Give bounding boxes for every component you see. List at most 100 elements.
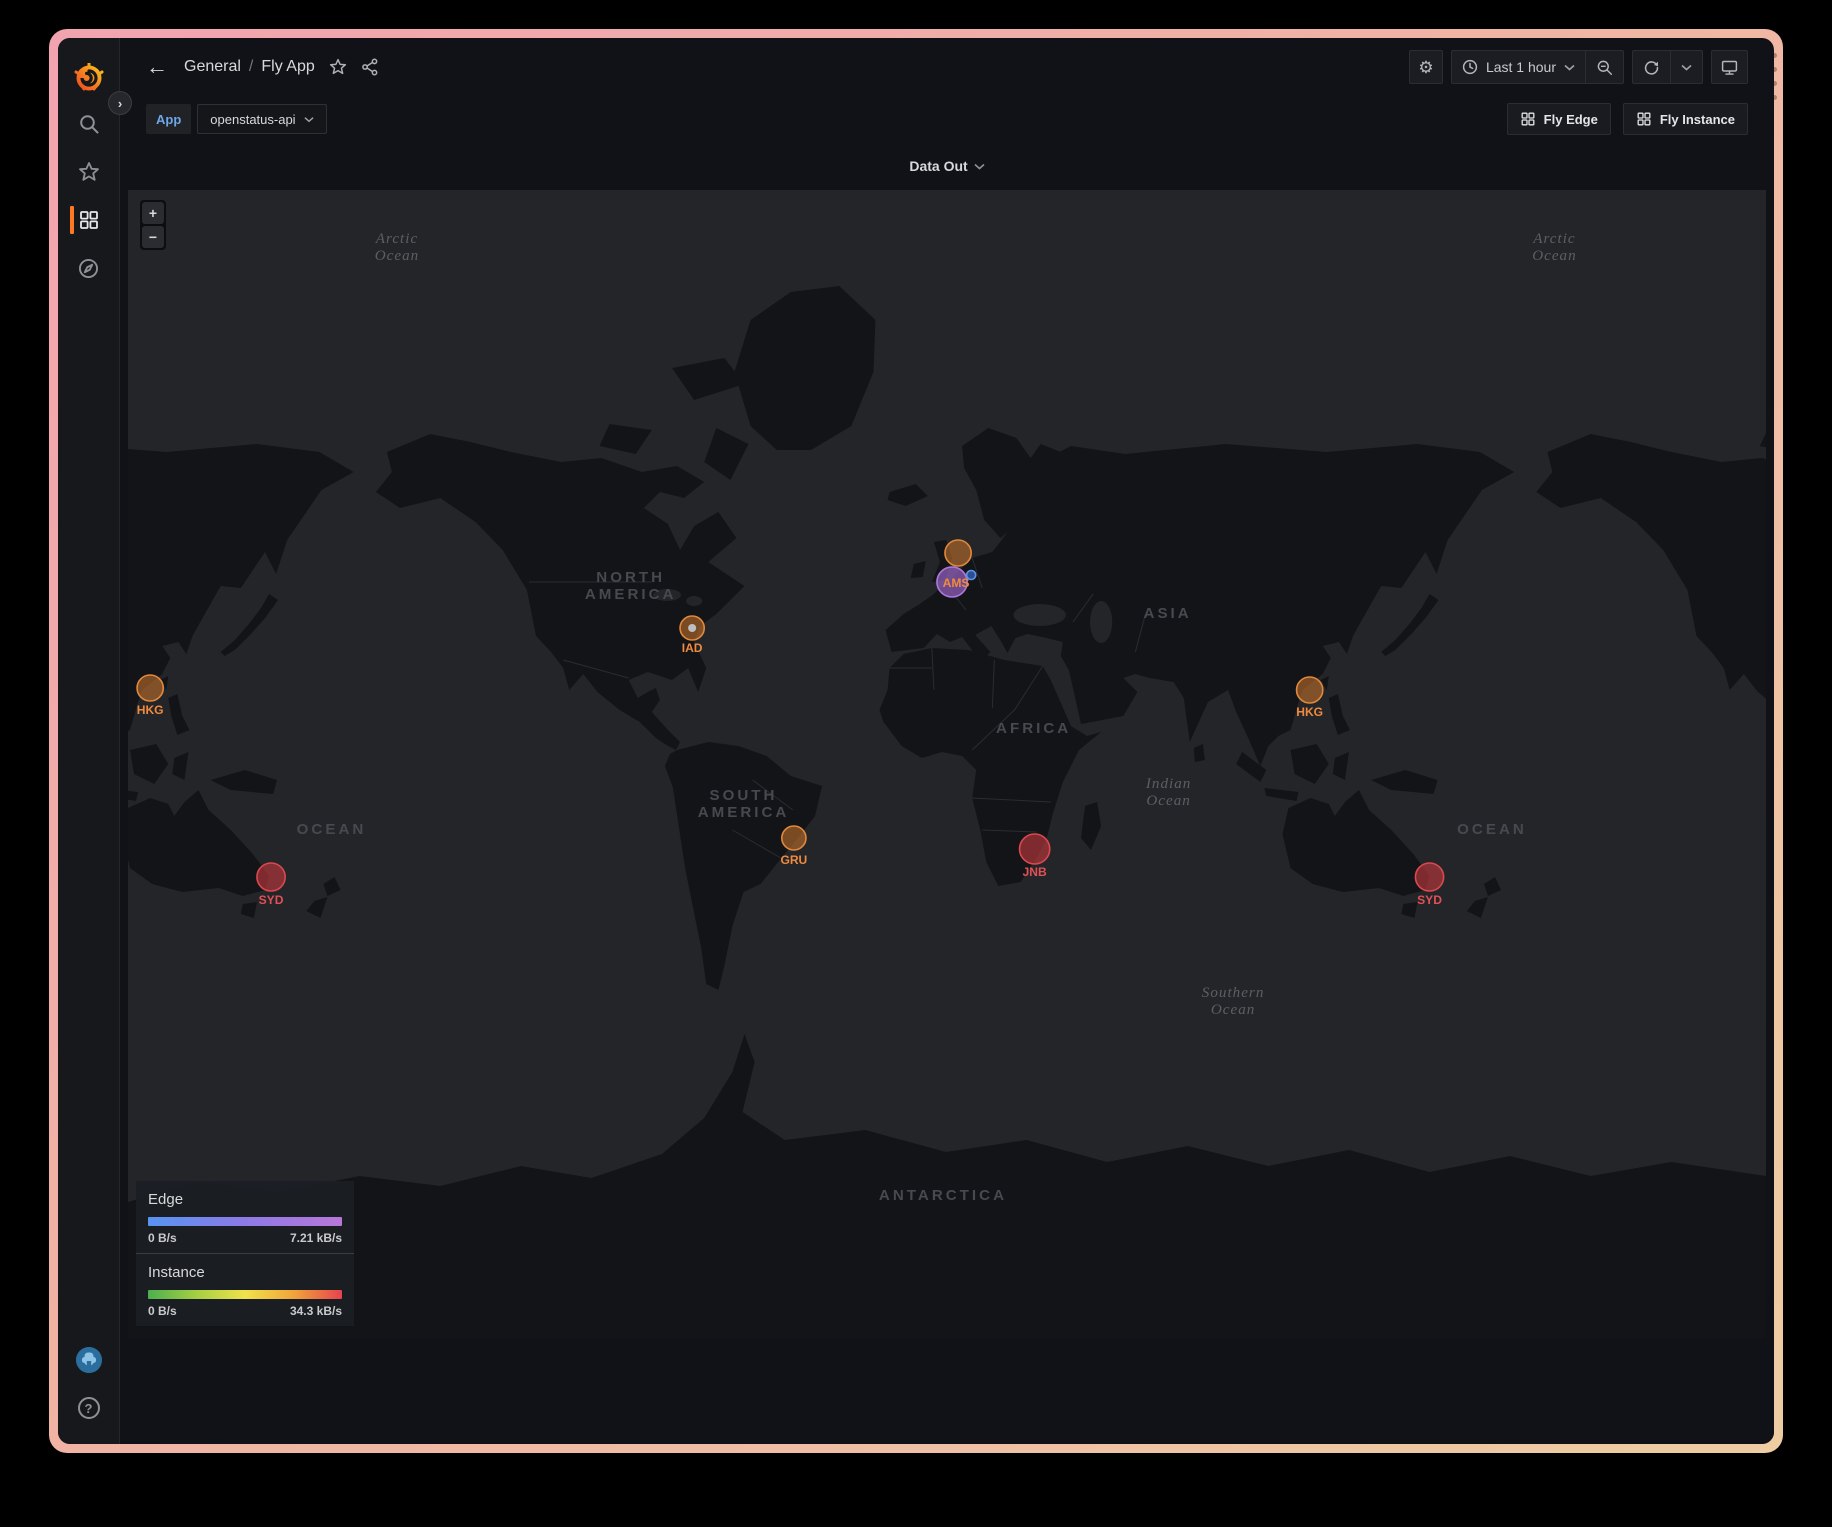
fly-instance-link[interactable]: Fly Instance xyxy=(1623,103,1748,135)
svg-text:AMS: AMS xyxy=(943,576,970,590)
map-marker-ams-edge-small[interactable] xyxy=(967,571,976,580)
chevron-down-icon xyxy=(304,116,314,123)
clock-icon xyxy=(1462,59,1478,75)
dashboard-links: Fly Edge Fly Instance xyxy=(1507,103,1748,135)
map-zoom-out-button[interactable]: − xyxy=(142,226,164,248)
panel-header[interactable]: Data Out xyxy=(120,142,1774,190)
map-label: IndianOcean xyxy=(1145,776,1191,809)
fly-edge-link-label: Fly Edge xyxy=(1544,112,1598,127)
edge-legend-gradient xyxy=(148,1217,342,1226)
svg-text:HKG: HKG xyxy=(137,703,164,717)
sidebar-item-help[interactable]: ? xyxy=(58,1386,120,1430)
gear-icon: ⚙ xyxy=(1418,59,1433,76)
compass-icon xyxy=(77,257,100,280)
map-marker-hkg-west[interactable]: HKG xyxy=(137,675,164,717)
favorite-button[interactable] xyxy=(329,58,347,76)
time-range-label: Last 1 hour xyxy=(1486,59,1556,75)
chevron-down-icon xyxy=(1681,64,1692,71)
map-label: OCEAN xyxy=(297,821,367,838)
active-indicator xyxy=(70,206,74,234)
app-variable-dropdown[interactable]: openstatus-api xyxy=(197,104,326,134)
map-label: SouthernOcean xyxy=(1202,985,1265,1018)
breadcrumb-divider: / xyxy=(249,58,253,76)
kiosk-mode-button[interactable] xyxy=(1711,50,1748,84)
svg-text:JNB: JNB xyxy=(1023,865,1047,879)
instance-legend-min: 0 B/s xyxy=(148,1304,177,1318)
screenshot-frame: ? › ← General / Fly App xyxy=(49,29,1783,1453)
svg-text:HKG: HKG xyxy=(1296,705,1323,719)
sidebar-item-starred[interactable] xyxy=(58,150,120,194)
refresh-group xyxy=(1632,50,1703,84)
search-icon xyxy=(78,113,100,135)
svg-text:SYD: SYD xyxy=(259,893,284,907)
map-label: SOUTHAMERICA xyxy=(698,787,790,821)
dashboard-toolbar: ⚙ Last 1 hour xyxy=(1409,50,1748,84)
svg-text:IAD: IAD xyxy=(682,641,703,655)
geomap-panel[interactable]: ArcticOcean ArcticOcean NORTHAMERICA ASIA AF… xyxy=(128,190,1766,1338)
map-marker-hkg[interactable]: HKG xyxy=(1296,677,1323,719)
instance-legend-title: Instance xyxy=(148,1264,342,1281)
star-icon xyxy=(329,58,347,76)
page-title: Fly App xyxy=(261,58,314,76)
refresh-icon xyxy=(1643,59,1660,76)
map-marker-syd[interactable]: SYD xyxy=(1415,863,1443,907)
svg-text:GRU: GRU xyxy=(780,853,807,867)
edge-legend-title: Edge xyxy=(148,1191,342,1208)
sidebar-expand-button[interactable]: › xyxy=(108,91,132,115)
zoom-out-time-button[interactable] xyxy=(1585,51,1623,83)
grafana-window: ? › ← General / Fly App xyxy=(58,38,1774,1444)
magnifier-minus-icon xyxy=(1596,59,1613,76)
sidebar: ? xyxy=(58,38,120,1444)
map-label: NORTHAMERICA xyxy=(585,569,677,603)
map-marker-jnb[interactable]: JNB xyxy=(1020,834,1050,879)
app-variable-label: App xyxy=(146,104,191,134)
fly-edge-link[interactable]: Fly Edge xyxy=(1507,103,1611,135)
grafana-logo-icon xyxy=(74,63,104,93)
instance-legend: Instance 0 B/s 34.3 kB/s xyxy=(136,1253,354,1326)
back-button[interactable]: ← xyxy=(146,56,168,78)
map-label: ArcticOcean xyxy=(375,231,419,264)
map-marker-ams-edge[interactable] xyxy=(945,540,971,566)
sidebar-bottom: ? xyxy=(58,1338,120,1444)
map-label: OCEAN xyxy=(1457,821,1527,838)
dashboard-settings-button[interactable]: ⚙ xyxy=(1409,50,1443,84)
time-picker-group: Last 1 hour xyxy=(1451,50,1624,84)
dashboards-icon xyxy=(78,209,100,231)
apps-icon xyxy=(1636,111,1652,127)
help-icon: ? xyxy=(78,1397,100,1419)
map-marker-gru[interactable]: GRU xyxy=(780,826,807,867)
instance-legend-gradient xyxy=(148,1290,342,1299)
panel-spacer xyxy=(120,1338,1774,1444)
refresh-interval-dropdown[interactable] xyxy=(1670,51,1702,83)
map-marker-syd-west[interactable]: SYD xyxy=(257,863,285,907)
map-legend: Edge 0 B/s 7.21 kB/s Instance 0 B/s 34.3… xyxy=(136,1181,354,1326)
edge-legend-max: 7.21 kB/s xyxy=(290,1231,342,1245)
grafana-logo[interactable] xyxy=(58,58,120,98)
main-area: ← General / Fly App xyxy=(120,38,1774,1444)
sidebar-item-explore[interactable] xyxy=(58,246,120,290)
breadcrumb-folder[interactable]: General xyxy=(184,58,241,76)
map-label: AFRICA xyxy=(996,720,1071,737)
share-button[interactable] xyxy=(361,58,379,76)
share-icon xyxy=(361,58,379,76)
variables-row: App openstatus-api Fly Edge xyxy=(120,96,1774,142)
chevron-down-icon xyxy=(974,163,985,170)
refresh-button[interactable] xyxy=(1633,51,1670,83)
map-zoom-controls: + − xyxy=(140,200,166,250)
sidebar-item-profile[interactable] xyxy=(58,1338,120,1382)
map-label: ASIA xyxy=(1144,605,1192,622)
fly-instance-link-label: Fly Instance xyxy=(1660,112,1735,127)
map-label: ArcticOcean xyxy=(1532,231,1576,264)
map-marker-iad[interactable]: IAD xyxy=(680,616,704,655)
map-zoom-in-button[interactable]: + xyxy=(142,202,164,224)
sidebar-item-dashboards[interactable] xyxy=(58,198,120,242)
time-range-button[interactable]: Last 1 hour xyxy=(1452,51,1585,83)
world-map: ArcticOcean ArcticOcean NORTHAMERICA ASIA AF… xyxy=(128,190,1766,1338)
app-variable-value: openstatus-api xyxy=(210,112,295,127)
svg-text:SYD: SYD xyxy=(1417,893,1442,907)
panel-title: Data Out xyxy=(909,158,967,174)
map-label: ANTARCTICA xyxy=(879,1187,1007,1204)
apps-icon xyxy=(1520,111,1536,127)
edge-legend-min: 0 B/s xyxy=(148,1231,177,1245)
breadcrumb: General / Fly App xyxy=(184,58,315,76)
